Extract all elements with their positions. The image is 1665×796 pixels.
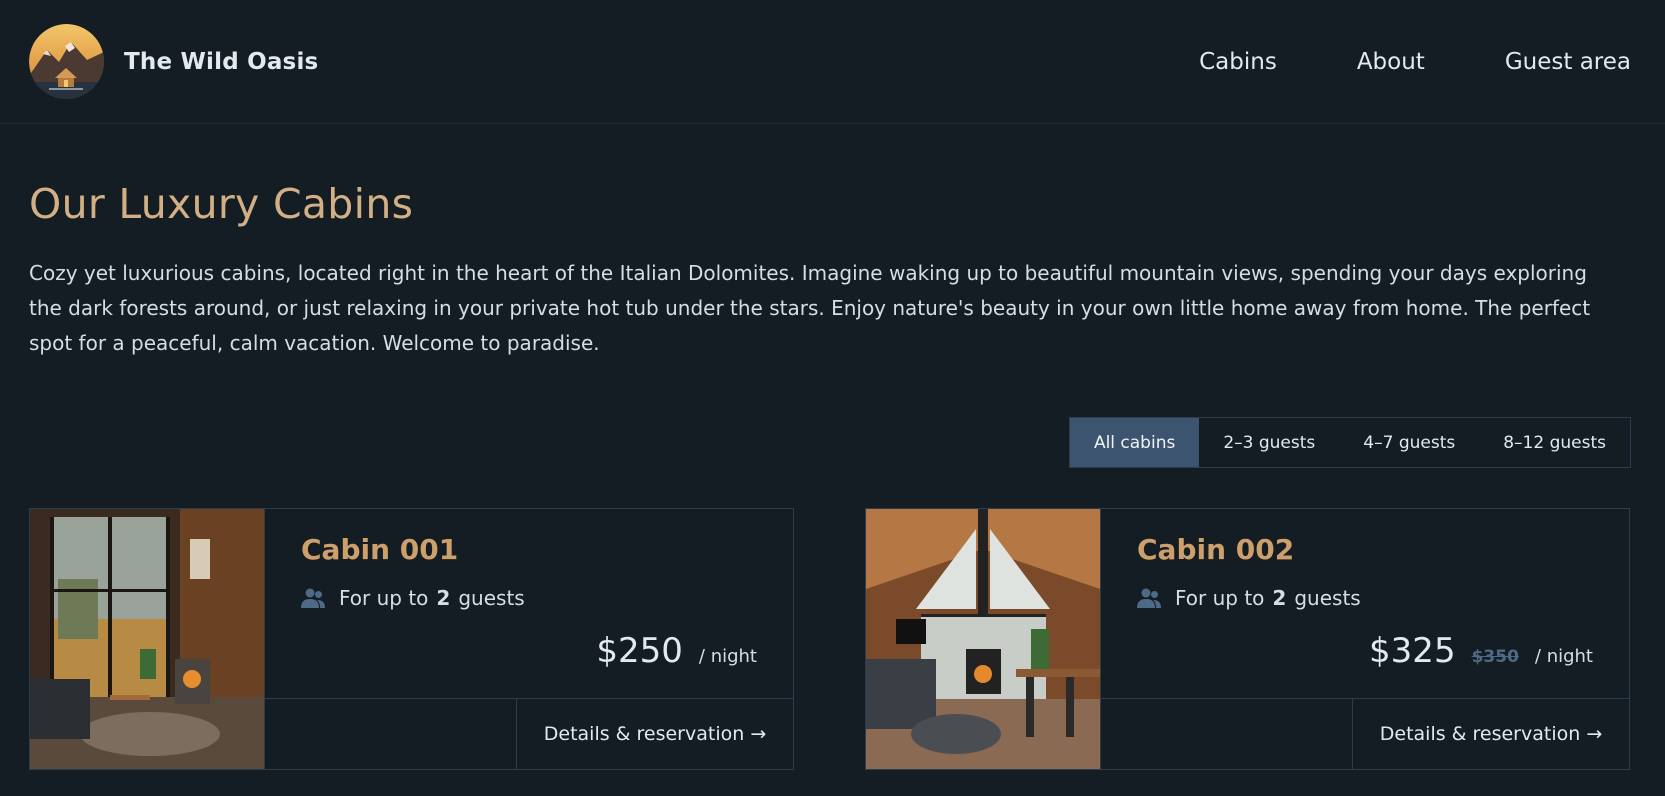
cabin-capacity: For up to 2 guests <box>1137 586 1593 610</box>
cabin-card-body: Cabin 002 For up to 2 guests $325 $350 /… <box>1100 509 1629 769</box>
capacity-suffix: guests <box>1294 586 1361 610</box>
page-title: Our Luxury Cabins <box>29 180 414 228</box>
users-icon <box>301 588 325 608</box>
filter-all-cabins[interactable]: All cabins <box>1069 418 1200 467</box>
nav-guest-area[interactable]: Guest area <box>1505 49 1631 75</box>
cabin-price: $325 <box>1369 631 1456 671</box>
nav-cabins[interactable]: Cabins <box>1199 49 1277 75</box>
main-nav: Cabins About Guest area <box>1199 49 1631 75</box>
filter-row: All cabins 2–3 guests 4–7 guests 8–12 gu… <box>29 417 1631 468</box>
cabin-old-price: $350 <box>1471 647 1519 667</box>
per-night-label: / night <box>1534 646 1593 667</box>
nav-about[interactable]: About <box>1357 49 1425 75</box>
filter-2-3-guests[interactable]: 2–3 guests <box>1199 418 1339 467</box>
cabin-capacity: For up to 2 guests <box>301 586 757 610</box>
cabin-name: Cabin 001 <box>301 533 459 566</box>
filter-8-12-guests[interactable]: 8–12 guests <box>1479 418 1630 467</box>
brand-link[interactable]: The Wild Oasis <box>29 24 318 99</box>
intro-text: Cozy yet luxurious cabins, located right… <box>29 261 1591 355</box>
cabin-card-body: Cabin 001 For up to 2 guests $250 / nigh… <box>264 509 793 769</box>
main-content: Our Luxury Cabins Cozy yet luxurious cab… <box>0 180 1665 770</box>
per-night-label: / night <box>698 646 757 667</box>
brand-name: The Wild Oasis <box>124 48 319 75</box>
details-reservation-link[interactable]: Details & reservation → <box>1352 699 1629 769</box>
cabin-card-footer: Details & reservation → <box>265 698 793 769</box>
cabin-card-footer: Details & reservation → <box>1101 698 1629 769</box>
cabin-card: Cabin 001 For up to 2 guests $250 / nigh… <box>29 508 794 770</box>
cabin-info: Cabin 002 For up to 2 guests $325 $350 /… <box>1101 509 1629 698</box>
site-header: The Wild Oasis Cabins About Guest area <box>0 0 1665 124</box>
capacity-count: 2 <box>436 586 451 610</box>
capacity-suffix: guests <box>458 586 525 610</box>
mountain-cabin-logo-icon <box>29 24 104 99</box>
filter-4-7-guests[interactable]: 4–7 guests <box>1339 418 1479 467</box>
cabin-price: $250 <box>596 631 683 671</box>
price-row: $250 / night <box>596 631 757 671</box>
price-row: $325 $350 / night <box>1369 631 1593 671</box>
capacity-count: 2 <box>1272 586 1287 610</box>
details-reservation-link[interactable]: Details & reservation → <box>516 699 793 769</box>
capacity-prefix: For up to <box>1175 586 1265 610</box>
cabin-card: Cabin 002 For up to 2 guests $325 $350 /… <box>865 508 1630 770</box>
cabin-photo <box>866 509 1100 769</box>
cabin-list: Cabin 001 For up to 2 guests $250 / nigh… <box>29 508 1631 770</box>
cabin-name: Cabin 002 <box>1137 533 1295 566</box>
cabin-info: Cabin 001 For up to 2 guests $250 / nigh… <box>265 509 793 698</box>
capacity-filter: All cabins 2–3 guests 4–7 guests 8–12 gu… <box>1068 417 1631 468</box>
users-icon <box>1137 588 1161 608</box>
capacity-prefix: For up to <box>339 586 429 610</box>
cabin-photo <box>30 509 264 769</box>
